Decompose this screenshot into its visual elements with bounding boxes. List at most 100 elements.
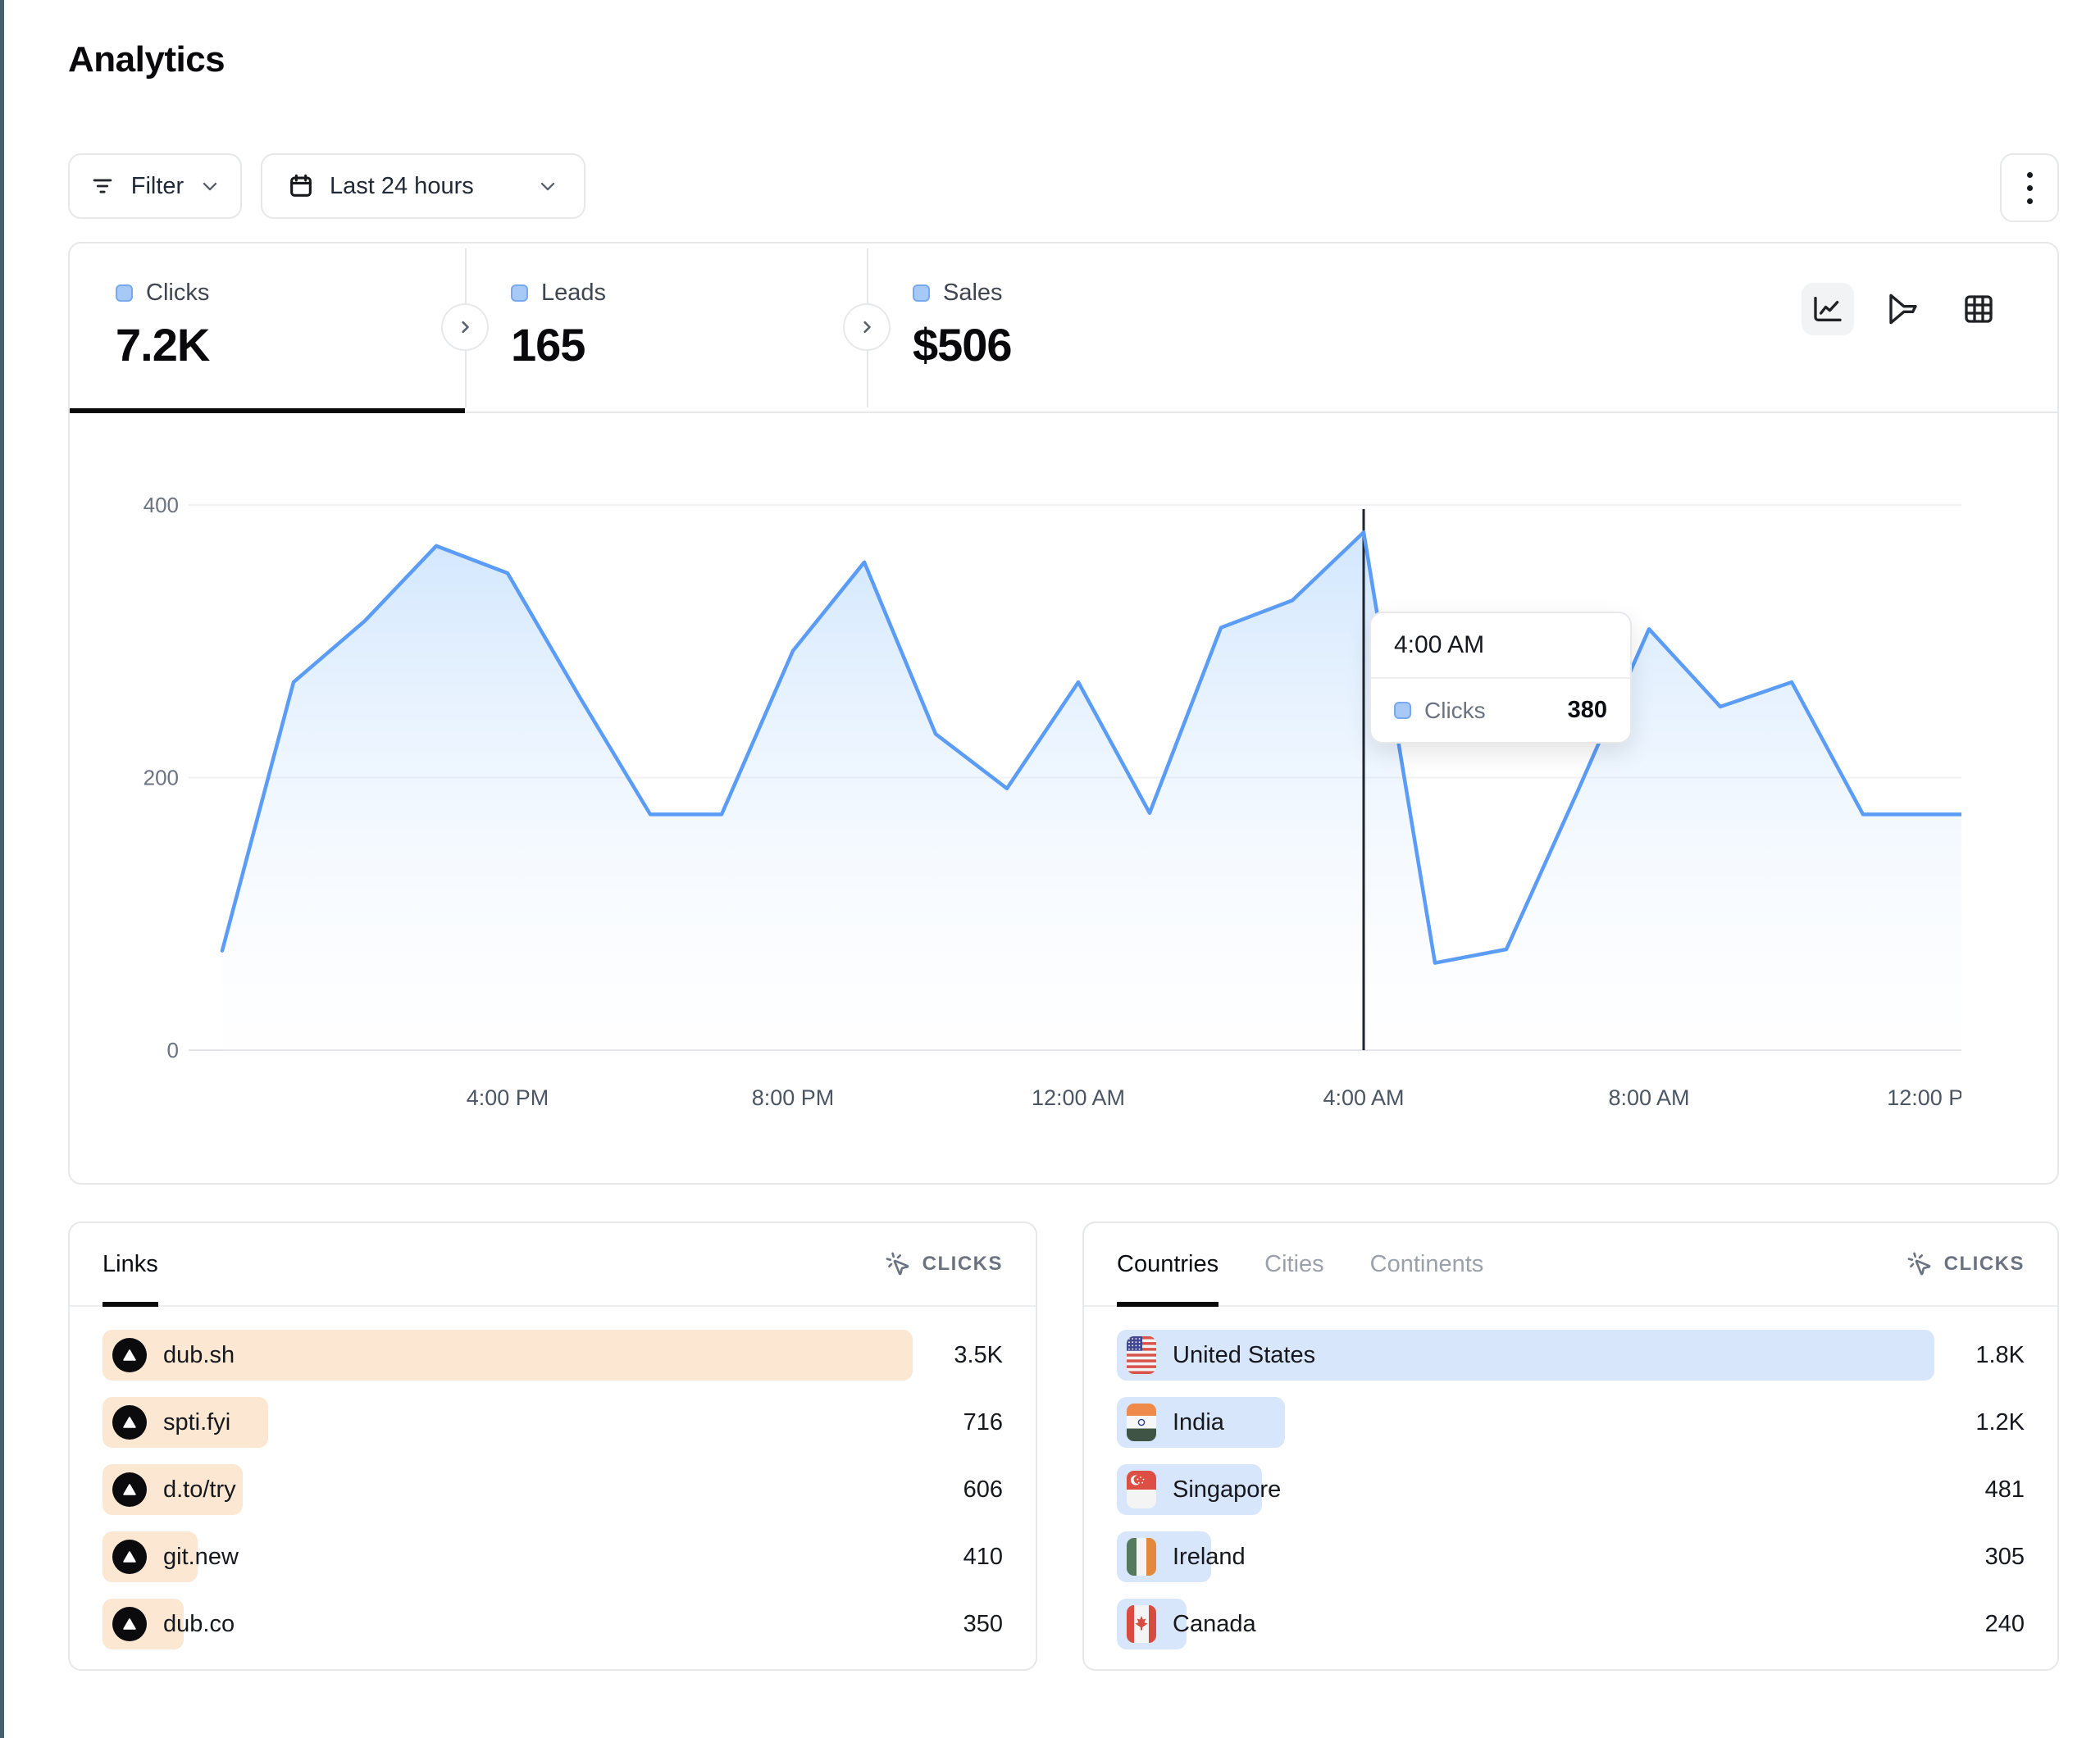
tab-clicks[interactable]: Clicks 7.2K [70,243,465,412]
row-content: Canada [1117,1599,1934,1649]
row-content: United States [1117,1330,1934,1381]
country-row[interactable]: United States 1.8K [1117,1330,2025,1381]
link-row[interactable]: dub.sh 3.5K [102,1330,1003,1381]
row-content: dub.sh [102,1330,913,1381]
kebab-dot [2027,185,2033,191]
row-label: dub.co [163,1611,235,1638]
tooltip-series-marker [1394,702,1411,719]
line-chart-view-button[interactable] [1802,283,1854,335]
y-tick-label: 400 [143,493,179,517]
dub-logo-icon [112,1338,147,1372]
y-tick-label: 200 [143,766,179,790]
y-tick-label: 0 [167,1038,179,1062]
chevron-down-icon [536,175,559,198]
links-metric-selector[interactable]: CLICKS [885,1251,1003,1277]
x-tick-label: 8:00 AM [1608,1085,1689,1110]
bar-track: git.new [102,1531,913,1582]
x-tick-label: 8:00 PM [752,1085,835,1110]
stat-value: 7.2K [116,318,465,371]
dub-logo-icon [112,1540,147,1574]
sg-flag-icon [1127,1471,1156,1508]
funnel-view-button[interactable] [1877,283,1929,335]
bar-track: dub.sh [102,1330,913,1381]
bar-track: spti.fyi [102,1397,913,1448]
more-options-button[interactable] [2000,153,2059,222]
filter-lines-icon [89,172,116,200]
link-row[interactable]: git.new410 [102,1531,1003,1582]
bar-track: dub.co [102,1599,913,1649]
cursor-click-icon [885,1251,911,1277]
ca-flag-icon [1127,1605,1156,1643]
links-panel: Links CLICKS dub.sh 3.5K spti.fyi716 d.to/t… [68,1222,1037,1671]
clicks-series-marker [116,284,133,302]
expand-clicks-chevron-button[interactable] [441,303,489,351]
row-content: git.new [102,1531,913,1582]
us-flag-icon [1127,1336,1156,1374]
geo-metric-label: CLICKS [1944,1253,2025,1276]
row-label: spti.fyi [163,1409,230,1436]
bar-track: Canada [1117,1599,1934,1649]
country-row[interactable]: India 1.2K [1117,1397,2025,1448]
row-label: India [1173,1409,1224,1436]
chart-tooltip: 4:00 AM Clicks 380 [1369,612,1632,744]
row-content: Ireland [1117,1531,1934,1582]
bar-track: United States [1117,1330,1934,1381]
row-value: 3.5K [929,1342,1003,1369]
geo-metric-selector[interactable]: CLICKS [1906,1251,2025,1277]
country-row[interactable]: Ireland305 [1117,1531,2025,1582]
tab-sales[interactable]: Sales $506 [867,243,1277,412]
row-value: 481 [1951,1476,2025,1504]
tooltip-time: 4:00 AM [1371,613,1630,679]
tab-continents-label: Continents [1370,1251,1484,1278]
kebab-dot [2027,172,2033,178]
area-chart-canvas[interactable]: 0 200 400 4:00 PM 8:00 PM 12:00 AM 4:00 AM 8:00… [125,489,1961,1128]
row-value: 1.2K [1951,1409,2025,1436]
link-row[interactable]: spti.fyi716 [102,1397,1003,1448]
tab-links[interactable]: Links [102,1223,158,1305]
window-edge-accent [0,0,4,1738]
geo-panel: Countries Cities Continents CLICKS Unite… [1082,1222,2059,1671]
filter-button-label: Filter [131,173,184,200]
row-content: spti.fyi [102,1397,913,1448]
row-label: d.to/try [163,1476,236,1504]
tab-leads[interactable]: Leads 165 [465,243,867,412]
tab-countries-label: Countries [1117,1251,1219,1278]
sales-series-marker [913,284,930,302]
in-flag-icon [1127,1404,1156,1441]
date-range-label: Last 24 hours [330,173,474,200]
row-value: 1.8K [1951,1342,2025,1369]
x-tick-label: 12:00 PM [1887,1085,1961,1110]
tab-continents[interactable]: Continents [1370,1223,1484,1305]
stat-value: 165 [511,318,867,371]
area-fill [222,532,1961,1050]
link-row[interactable]: d.to/try606 [102,1464,1003,1515]
tooltip-series-label: Clicks [1424,698,1486,724]
dub-logo-icon [112,1607,147,1641]
row-content: d.to/try [102,1464,913,1515]
table-view-button[interactable] [1952,283,2005,335]
ie-flag-icon [1127,1538,1156,1576]
country-row[interactable]: Singapore481 [1117,1464,2025,1515]
stat-label: Leads [541,280,606,307]
expand-leads-chevron-button[interactable] [843,303,891,351]
bar-track: India [1117,1397,1934,1448]
links-list: dub.sh 3.5K spti.fyi716 d.to/try606 git.new4… [70,1307,1036,1649]
x-tick-label: 4:00 PM [467,1085,549,1110]
active-tab-underline [70,408,465,413]
page-title: Analytics [68,39,225,80]
filter-button[interactable]: Filter [68,153,242,219]
country-row[interactable]: Canada240 [1117,1599,2025,1649]
row-label: dub.sh [163,1342,235,1369]
row-label: Ireland [1173,1544,1246,1571]
date-range-button[interactable]: Last 24 hours [261,153,585,219]
bar-track: Ireland [1117,1531,1934,1582]
link-row[interactable]: dub.co350 [102,1599,1003,1649]
cursor-click-icon [1906,1251,1933,1277]
stat-tabs: Clicks 7.2K Leads 165 Sales $506 [70,243,2057,413]
stat-label: Sales [943,280,1003,307]
x-tick-label: 4:00 AM [1323,1085,1404,1110]
x-tick-label: 12:00 AM [1032,1085,1125,1110]
tab-cities[interactable]: Cities [1264,1223,1324,1305]
tab-countries[interactable]: Countries [1117,1223,1219,1305]
countries-list: United States 1.8K India 1.2K Singapore481 Ir… [1084,1307,2057,1649]
